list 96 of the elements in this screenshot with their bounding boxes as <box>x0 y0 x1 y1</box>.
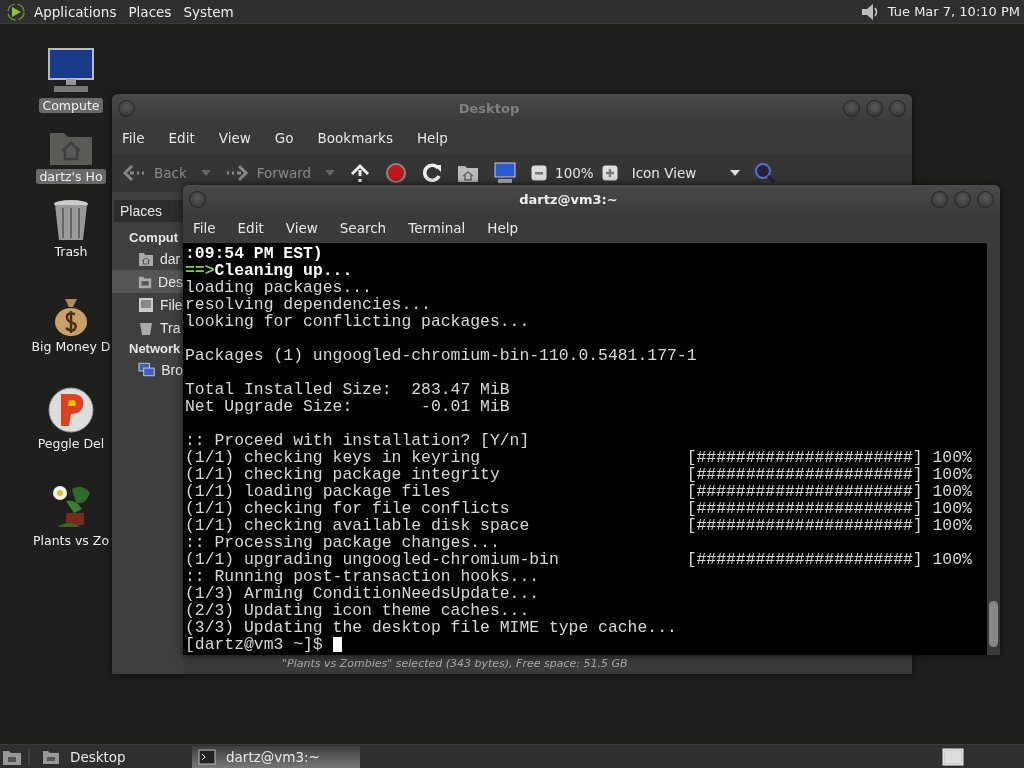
progress-bar-text: [######################] <box>686 517 923 534</box>
progress-percent: 100% <box>932 466 972 483</box>
terminal-line: (1/1) checking package integrity <box>185 466 501 483</box>
window-title: Desktop <box>457 100 521 116</box>
terminal-line: Total Installed Size: 283.47 MiB <box>185 381 510 398</box>
caret-icon <box>730 170 741 176</box>
sidebar-section-title: Network <box>128 340 181 358</box>
taskbar-button[interactable]: dartz@vm3:~ <box>192 745 360 768</box>
terminal-line: resolving dependencies... <box>185 296 431 313</box>
folder-home-icon <box>138 250 154 267</box>
terminal-line: (1/1) checking keys in keyring <box>185 449 482 466</box>
terminal-line: looking for conflicting packages... <box>185 313 530 330</box>
menu-item[interactable]: View <box>218 130 251 146</box>
terminal-line: (2/3) Updating icon theme caches... <box>185 602 530 619</box>
menu-item[interactable]: Edit <box>237 220 264 236</box>
desktop-icon-label[interactable]: Plants vs Zo <box>29 533 113 548</box>
sidebar-section-title: Comput <box>128 229 179 247</box>
arrow-marker: ==> <box>185 262 215 279</box>
terminal-line: loading packages... <box>185 279 372 296</box>
sidebar-item[interactable]: dar <box>112 247 183 270</box>
desktop-icon-label[interactable]: dartz's Ho <box>36 169 106 184</box>
menu-item[interactable]: Edit <box>168 130 195 146</box>
progress-bar-text: [######################] <box>686 449 923 466</box>
terminal-line: Cleaning up... <box>214 262 353 279</box>
sidebar-item[interactable]: Des <box>112 270 183 293</box>
menu-item[interactable]: Help <box>416 130 448 146</box>
terminal-line: :: Running post-transaction hooks... <box>185 568 540 585</box>
forward-button[interactable]: Forward <box>224 164 312 182</box>
text-cursor <box>332 637 342 652</box>
progress-percent: 100% <box>932 517 972 534</box>
desktop-icon-label[interactable]: Trash <box>51 244 91 259</box>
clock[interactable]: Tue Mar 7, 10:10 PM <box>887 4 1020 19</box>
folder-icon <box>42 748 60 765</box>
panel-menu[interactable]: Places <box>128 3 172 20</box>
back-arrow-icon <box>122 164 146 182</box>
window-title: dartz@vm3:~ <box>518 191 619 207</box>
network-icon <box>138 361 156 378</box>
progress-percent: 100% <box>932 500 972 517</box>
progress-bar-text: [######################] <box>686 551 923 568</box>
progress-percent: 100% <box>932 551 972 568</box>
menu-item[interactable]: Terminal <box>408 220 466 236</box>
view-dropdown[interactable]: Icon View <box>631 165 741 181</box>
sidebar-item[interactable]: Tra <box>112 316 183 339</box>
back-button[interactable]: Back <box>122 164 187 182</box>
scrollbar-thumb[interactable] <box>989 601 998 647</box>
progress-percent: 100% <box>932 483 972 500</box>
menu-item[interactable]: File <box>122 130 145 146</box>
progress-percent: 100% <box>932 449 972 466</box>
logo-icon[interactable] <box>6 1 26 22</box>
terminal-line: (3/3) Updating the desktop file MIME type cache... <box>185 619 677 636</box>
terminal-line: (1/1) loading package files <box>185 483 452 500</box>
folder-home-icon[interactable] <box>457 163 480 183</box>
scrollbar[interactable] <box>987 243 1000 655</box>
terminal-line: (1/1) checking available disk space <box>185 517 531 534</box>
terminal-line: Packages (1) ungoogled-chromium-bin-110.0.5481.177-1 <box>185 347 697 364</box>
menu-item[interactable]: Bookmarks <box>317 130 393 146</box>
progress-bar-text: [######################] <box>686 466 923 483</box>
search-icon[interactable] <box>754 162 777 184</box>
terminal-line: (1/1) upgrading ungoogled-chromium-bin <box>185 551 560 568</box>
trash-icon[interactable] <box>51 198 91 242</box>
desktop-icon-label[interactable]: Peggle Del <box>34 436 108 451</box>
desktop-icon-label[interactable]: Compute <box>39 98 103 113</box>
forward-arrow-icon <box>224 164 249 182</box>
drive-icon <box>138 296 154 313</box>
taskbar-button[interactable]: Desktop <box>36 745 186 768</box>
terminal-line: Net Upgrade Size: -0.01 MiB <box>185 398 510 415</box>
shell-prompt: [dartz@vm3 ~]$ <box>185 636 323 653</box>
panel-menu[interactable]: Applications <box>34 3 117 20</box>
terminal-line: (1/1) checking for file conflicts <box>185 500 511 517</box>
menu-item[interactable]: Go <box>274 130 294 146</box>
menu-item[interactable]: File <box>193 220 216 236</box>
progress-bar-text: [######################] <box>686 483 923 500</box>
zoom-out-icon[interactable] <box>531 165 548 181</box>
terminal-line: (1/3) Arming ConditionNeedsUpdate... <box>185 585 540 602</box>
reload-icon[interactable] <box>421 162 444 184</box>
peggle-ball-icon[interactable] <box>47 386 95 434</box>
computer-icon[interactable] <box>493 162 518 184</box>
progress-bar-text: [######################] <box>686 500 923 517</box>
stop-icon[interactable] <box>385 162 408 184</box>
terminal-icon <box>198 748 216 765</box>
zoom-in-icon[interactable] <box>601 165 618 181</box>
menu-item[interactable]: Help <box>487 220 519 236</box>
menu-item[interactable]: Search <box>339 220 387 236</box>
desktop-icon-label[interactable]: Big Money D <box>28 339 114 354</box>
workspace-switcher-icon[interactable] <box>942 747 964 766</box>
terminal-line: :09:54 PM EST) <box>185 245 323 262</box>
terminal-line: :: Processing package changes... <box>185 534 500 551</box>
menu-item[interactable]: View <box>285 220 318 236</box>
zoom-level: 100% <box>555 165 594 181</box>
terminal-line: :: Proceed with installation? [Y/n] <box>185 432 530 449</box>
sidebar-item[interactable]: File <box>112 293 183 316</box>
up-arrow-icon[interactable] <box>349 162 372 184</box>
status-bar: "Plants vs Zombies" selected (343 bytes), Free space: 51.5 GB <box>183 655 912 674</box>
places-dropdown[interactable]: Places <box>114 200 183 222</box>
panel-menu[interactable]: System <box>183 3 234 20</box>
sidebar-item[interactable]: Bro <box>112 358 183 381</box>
